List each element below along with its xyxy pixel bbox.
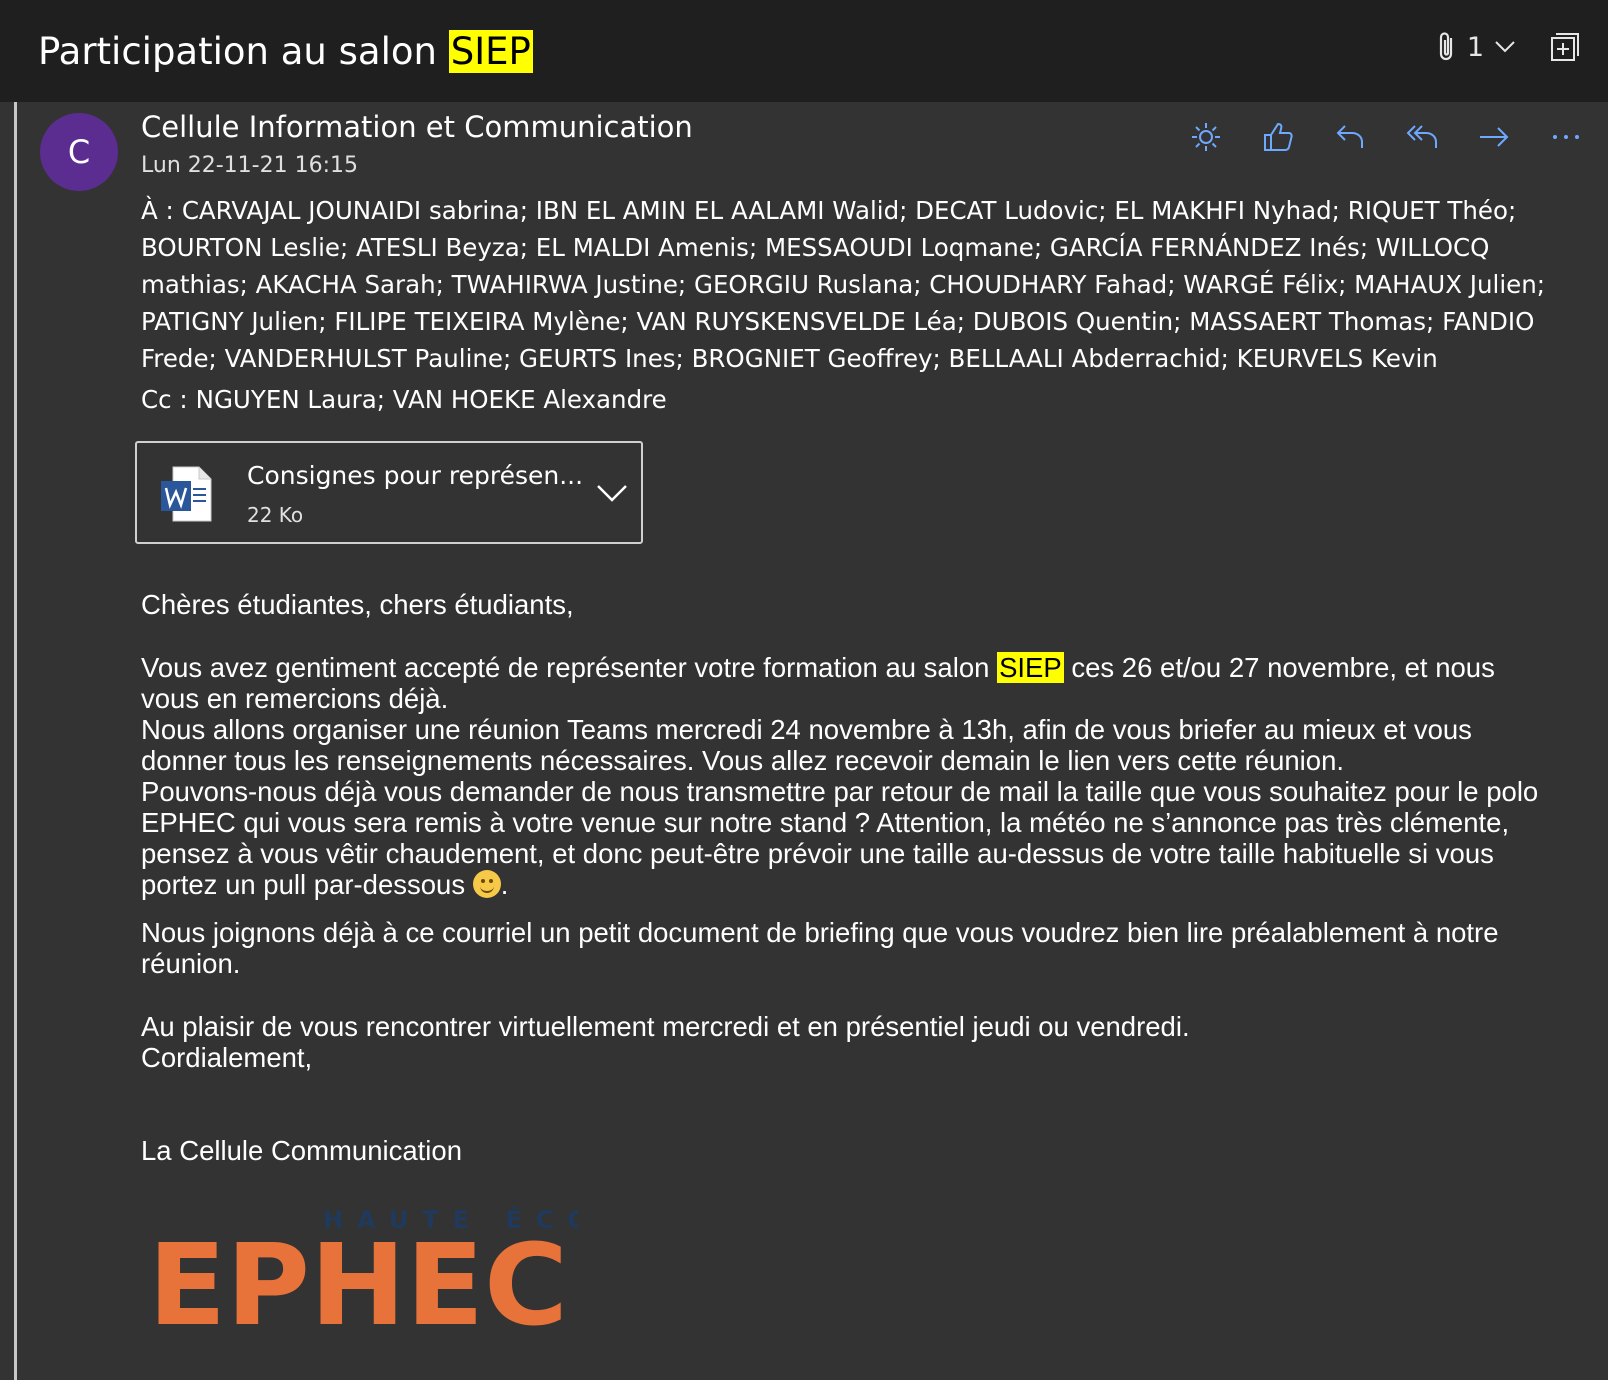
like-icon [1264,122,1293,151]
reading-pane-divider [14,102,17,1380]
attachment-count[interactable]: 1 [1467,32,1484,63]
to-recipients: À : CARVAJAL JOUNAIDI sabrina; IBN EL AMI… [141,192,1561,377]
body-p3-end: . [500,869,509,900]
attachment-name: Consignes pour représen... [247,461,584,490]
body-paragraph-4: Nous joignons déjà à ce courriel un peti… [141,917,1499,979]
body-paragraph-1: Vous avez gentiment accepté de représent… [141,652,1541,714]
chevron-down-icon[interactable] [595,481,629,505]
more-button[interactable] [1530,117,1602,157]
body-closing-2: Cordialement, [141,1042,313,1073]
reply-icon [1336,125,1363,148]
reply-button[interactable] [1314,117,1386,157]
ephec-logo: HAUTE ÉCOLE EPHEC [148,1205,578,1351]
avatar[interactable]: C [40,113,118,191]
sent-date: Lun 22-11-21 16:15 [141,153,359,178]
attachment-card[interactable]: Consignes pour représen... 22 Ko [135,441,643,544]
like-button[interactable] [1242,117,1314,157]
more-icon [1553,135,1579,139]
reply-all-icon [1406,125,1437,148]
subject-highlight: SIEP [448,30,533,73]
body-greeting: Chères étudiantes, chers étudiants, [141,589,574,620]
to-list[interactable]: CARVAJAL JOUNAIDI sabrina; IBN EL AMIN E… [141,196,1545,373]
smiley-icon [472,870,501,898]
body-p1-start: Vous avez gentiment accepté de représent… [141,652,998,683]
body-paragraph-2: Nous allons organiser une réunion Teams … [141,714,1472,776]
body-highlight: SIEP [997,652,1064,683]
to-label: À : [141,196,174,225]
paperclip-icon[interactable] [1437,30,1457,64]
sun-button[interactable] [1170,117,1242,157]
title-icons: 1 [1437,30,1580,64]
sender-name[interactable]: Cellule Information et Communication [141,110,693,144]
cc-label: Cc : [141,385,188,414]
logo-main-text: EPHEC [148,1221,568,1351]
email-subject: Participation au salon SIEP [38,30,533,73]
expand-icon[interactable] [1550,32,1580,62]
body-p3-text: Pouvons-nous déjà vous demander de nous … [141,776,1539,900]
body-paragraph-3: Pouvons-nous déjà vous demander de nous … [141,776,1541,900]
forward-icon [1480,127,1509,147]
subject-text: Participation au salon [38,30,449,73]
reply-all-button[interactable] [1386,117,1458,157]
title-bar: Participation au salon SIEP 1 [0,0,1608,102]
word-icon [161,466,212,522]
forward-button[interactable] [1458,117,1530,157]
body-closing-1: Au plaisir de vous rencontrer virtuellem… [141,1011,1190,1042]
chevron-down-icon[interactable] [1494,39,1516,55]
cc-list[interactable]: NGUYEN Laura; VAN HOEKE Alexandre [196,385,667,414]
attachment-size: 22 Ko [247,503,304,527]
cc-recipients: Cc : NGUYEN Laura; VAN HOEKE Alexandre [141,385,667,414]
sun-icon [1192,123,1220,151]
signature: La Cellule Communication [141,1135,462,1166]
message-actions [1170,117,1602,157]
